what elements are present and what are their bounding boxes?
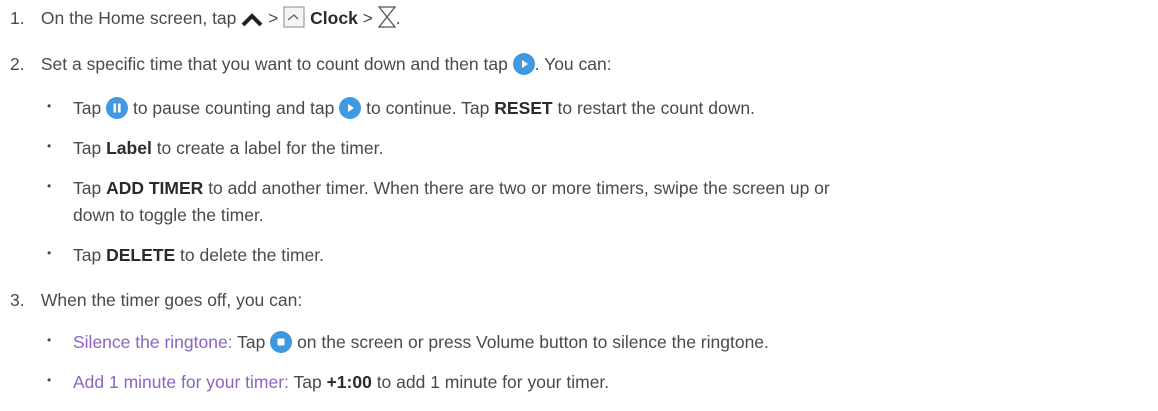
clock-label: Clock — [310, 8, 358, 28]
hourglass-icon — [377, 6, 397, 34]
subheading: Silence the ringtone: — [73, 332, 233, 352]
list-item: Silence the ringtone: Tap on the screen … — [73, 330, 769, 354]
text: to pause counting and tap — [132, 98, 335, 118]
clock-app-icon — [283, 6, 305, 34]
step-number: 1. — [10, 8, 25, 28]
subheading: Add 1 minute for your timer: — [73, 372, 289, 392]
list-item: Tap Label to create a label for the time… — [73, 136, 383, 160]
add-minute-label: +1:00 — [326, 372, 372, 392]
step-text: When the timer goes off, you can: — [40, 290, 303, 310]
list-item: Tap to pause counting and tap to continu… — [73, 96, 755, 120]
step-end: . — [395, 8, 401, 28]
step-number: 3. — [10, 290, 25, 310]
add-timer-label: ADD TIMER — [106, 178, 204, 198]
play-icon — [339, 97, 362, 119]
separator: > — [362, 8, 373, 28]
bullet: • — [47, 333, 52, 347]
list-item-continuation: down to toggle the timer. — [73, 203, 264, 227]
text: Tap — [73, 245, 102, 265]
separator: > — [268, 8, 279, 28]
text: to create a label for the timer. — [156, 138, 384, 158]
step-text: . You can: — [534, 54, 612, 74]
text: down to toggle the timer. — [73, 205, 264, 225]
text: to restart the count down. — [557, 98, 755, 118]
text: Tap — [73, 138, 102, 158]
text: Tap — [293, 372, 322, 392]
step-number: 2. — [10, 54, 25, 74]
text: to add another timer. When there are two… — [208, 178, 830, 198]
label-label: Label — [106, 138, 152, 158]
stop-icon — [270, 331, 293, 353]
play-icon — [512, 53, 535, 75]
text: Tap — [73, 178, 102, 198]
reset-label: RESET — [494, 98, 553, 118]
step-1: 1. On the Home screen, tap > Clock > . — [10, 6, 401, 34]
delete-label: DELETE — [106, 245, 176, 265]
step-text: On the Home screen, tap — [40, 8, 237, 28]
step-3: 3. When the timer goes off, you can: — [10, 288, 302, 312]
list-item: Tap ADD TIMER to add another timer. When… — [73, 176, 830, 200]
bullet: • — [47, 139, 52, 153]
instructions-page: 1. On the Home screen, tap > Clock > . 2… — [0, 0, 1158, 411]
chevron-up-icon — [241, 10, 263, 34]
text: to continue. Tap — [366, 98, 490, 118]
bullet: • — [47, 179, 52, 193]
bullet: • — [47, 373, 52, 387]
list-item: Tap DELETE to delete the timer. — [73, 243, 324, 267]
bullet: • — [47, 99, 52, 113]
step-2: 2. Set a specific time that you want to … — [10, 52, 612, 76]
step-text: Set a specific time that you want to cou… — [40, 54, 508, 74]
bullet: • — [47, 246, 52, 260]
pause-icon — [106, 97, 129, 119]
list-item: Add 1 minute for your timer: Tap +1:00 t… — [73, 370, 609, 394]
text: Tap — [73, 98, 102, 118]
text: to add 1 minute for your timer. — [376, 372, 610, 392]
text: on the screen or press Volume button to … — [297, 332, 769, 352]
text: to delete the timer. — [180, 245, 324, 265]
text: Tap — [237, 332, 266, 352]
